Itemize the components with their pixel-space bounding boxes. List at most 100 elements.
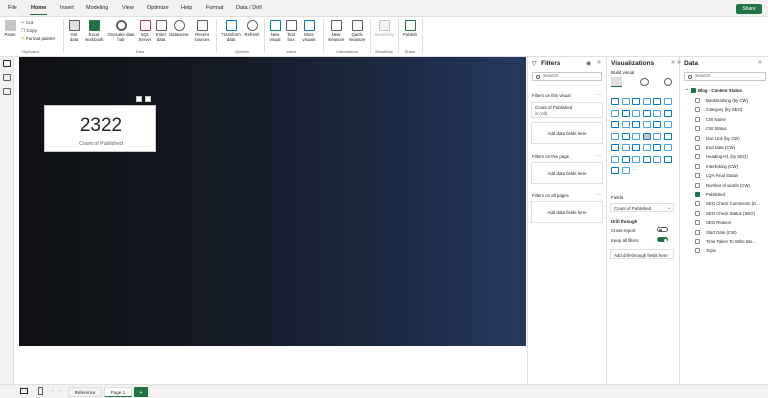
ribbon-icon[interactable] [653, 109, 661, 117]
collapse-pane-icon[interactable]: » [677, 59, 681, 66]
data-field-row[interactable]: End Date (CW) [682, 144, 766, 152]
more-options-icon[interactable]: ··· [596, 92, 601, 98]
chevron-down-icon[interactable]: ⌄ [685, 86, 689, 92]
r-visual-icon[interactable] [642, 144, 651, 151]
power-apps-icon[interactable] [653, 155, 661, 163]
menu-data-drill[interactable]: Data / Drill [236, 5, 262, 11]
line-column-icon[interactable] [642, 109, 651, 117]
data-field-row[interactable]: SEO Check Comments (D... [682, 200, 766, 208]
kpi-icon[interactable] [663, 132, 672, 140]
card-icon[interactable] [642, 132, 651, 140]
field-checkbox[interactable] [695, 220, 700, 226]
power-automate-icon[interactable] [663, 155, 672, 163]
data-field-row[interactable]: Heading-H1 (by SEO) [682, 153, 766, 161]
mobile-layout-icon[interactable] [38, 387, 43, 395]
multi-card-icon[interactable] [653, 132, 661, 140]
esri-icon[interactable] [621, 167, 630, 174]
share-button[interactable]: Share [736, 4, 762, 14]
field-checkbox[interactable] [695, 98, 700, 103]
data-field-row[interactable]: Published [682, 191, 766, 199]
format-painter-button[interactable]: ✎ Format painter [21, 36, 55, 42]
text-box-button[interactable]: Text box [284, 20, 298, 42]
paginated-icon[interactable] [642, 155, 651, 163]
data-field-row[interactable]: Number of words (CW) [682, 182, 766, 190]
format-visual-tab-icon[interactable] [640, 78, 649, 86]
field-checkbox[interactable] [695, 126, 700, 132]
data-field-row[interactable]: Interlinking (CW) [682, 163, 766, 171]
filter-icon[interactable] [136, 96, 142, 102]
field-checkbox[interactable] [695, 145, 700, 150]
menu-home[interactable]: Home [29, 5, 48, 15]
desktop-layout-icon[interactable] [20, 388, 28, 394]
enter-data-button[interactable]: Enter data [155, 20, 167, 42]
data-search-input[interactable]: Search [684, 72, 766, 81]
data-table-name[interactable]: Blog - Content Status [698, 88, 742, 93]
paste-button[interactable]: Paste [3, 20, 17, 37]
scatter-icon[interactable] [621, 121, 630, 128]
recent-sources-button[interactable]: Recent sources [191, 20, 213, 42]
data-field-row[interactable]: CW Status [682, 125, 766, 133]
field-checkbox[interactable] [695, 154, 700, 160]
model-view-icon[interactable] [3, 88, 11, 95]
data-field-row[interactable]: Start Date (CW) [682, 229, 766, 237]
line-icon[interactable] [611, 109, 619, 117]
dataverse-button[interactable]: Dataverse [168, 20, 190, 37]
analytics-tab-icon[interactable] [664, 78, 672, 86]
sql-server-button[interactable]: SQL Server [137, 20, 153, 42]
new-visual-button[interactable]: New visual [267, 20, 283, 42]
field-checkbox[interactable] [695, 107, 700, 113]
gauge-icon[interactable] [632, 132, 640, 140]
menu-help[interactable]: Help [181, 5, 192, 11]
table-visual-icon[interactable] [621, 144, 630, 151]
sensitivity-button[interactable]: Sensitivity [373, 20, 395, 37]
stacked-bar-icon[interactable] [611, 98, 619, 105]
data-field-row[interactable]: Doc Link (by CW) [682, 135, 766, 143]
field-checkbox[interactable] [695, 192, 700, 197]
slicer-icon[interactable] [611, 144, 619, 151]
page-filter-dropzone[interactable]: Add data fields here [531, 162, 603, 184]
add-page-button[interactable]: + [134, 387, 148, 397]
100-bar-icon[interactable] [653, 98, 661, 105]
more-options-icon[interactable]: ··· [596, 153, 601, 159]
funnel-icon[interactable] [611, 121, 619, 128]
qa-icon[interactable] [621, 155, 630, 163]
azure-map-icon[interactable] [621, 132, 630, 140]
all-pages-filter-dropzone[interactable]: Add data fields here [531, 201, 603, 223]
area-icon[interactable] [621, 109, 630, 117]
chevron-down-icon[interactable]: ⌄ [667, 205, 671, 211]
cross-report-toggle[interactable] [657, 227, 668, 232]
cut-button[interactable]: ✂ Cut [21, 20, 33, 26]
python-visual-icon[interactable] [653, 144, 661, 151]
publish-button[interactable]: Publish [401, 20, 419, 37]
field-checkbox[interactable] [695, 116, 700, 122]
data-field-row[interactable]: Time Taken To Write Blo... [682, 238, 766, 246]
quick-measure-button[interactable]: Quick measure [347, 20, 367, 42]
refresh-button[interactable]: Refresh [243, 20, 261, 37]
pie-icon[interactable] [632, 121, 640, 128]
data-field-row[interactable]: SEO Reason [682, 219, 766, 227]
fields-well[interactable]: Count of Published ⌄ [610, 203, 674, 212]
narrative-icon[interactable] [632, 155, 640, 163]
menu-insert[interactable]: Insert [60, 5, 74, 11]
waterfall-icon[interactable] [663, 109, 672, 117]
menu-modeling[interactable]: Modeling [86, 5, 108, 11]
new-measure-button[interactable]: New measure [326, 20, 346, 42]
build-visual-tab-icon[interactable] [611, 77, 622, 87]
field-checkbox[interactable] [695, 173, 700, 179]
map-icon[interactable] [663, 121, 672, 128]
matrix-icon[interactable] [632, 144, 640, 151]
field-checkbox[interactable] [695, 229, 700, 235]
report-view-icon[interactable] [3, 60, 11, 67]
filters-search-input[interactable]: Search [532, 72, 602, 81]
table-view-icon[interactable] [3, 74, 11, 81]
visual-filter-card[interactable]: Count of Published is (All) [531, 102, 603, 118]
tab-reference[interactable]: Reference [68, 387, 102, 397]
menu-optimize[interactable]: Optimize [147, 5, 169, 11]
treemap-icon[interactable] [653, 121, 661, 128]
field-checkbox[interactable] [695, 135, 700, 141]
more-icon[interactable]: ··· [632, 167, 640, 174]
card-visual[interactable]: 2322 Count of Published [44, 105, 156, 152]
clustered-column-icon[interactable] [642, 98, 651, 105]
100-column-icon[interactable] [663, 98, 672, 105]
collapse-pane-icon[interactable]: » [758, 59, 762, 66]
